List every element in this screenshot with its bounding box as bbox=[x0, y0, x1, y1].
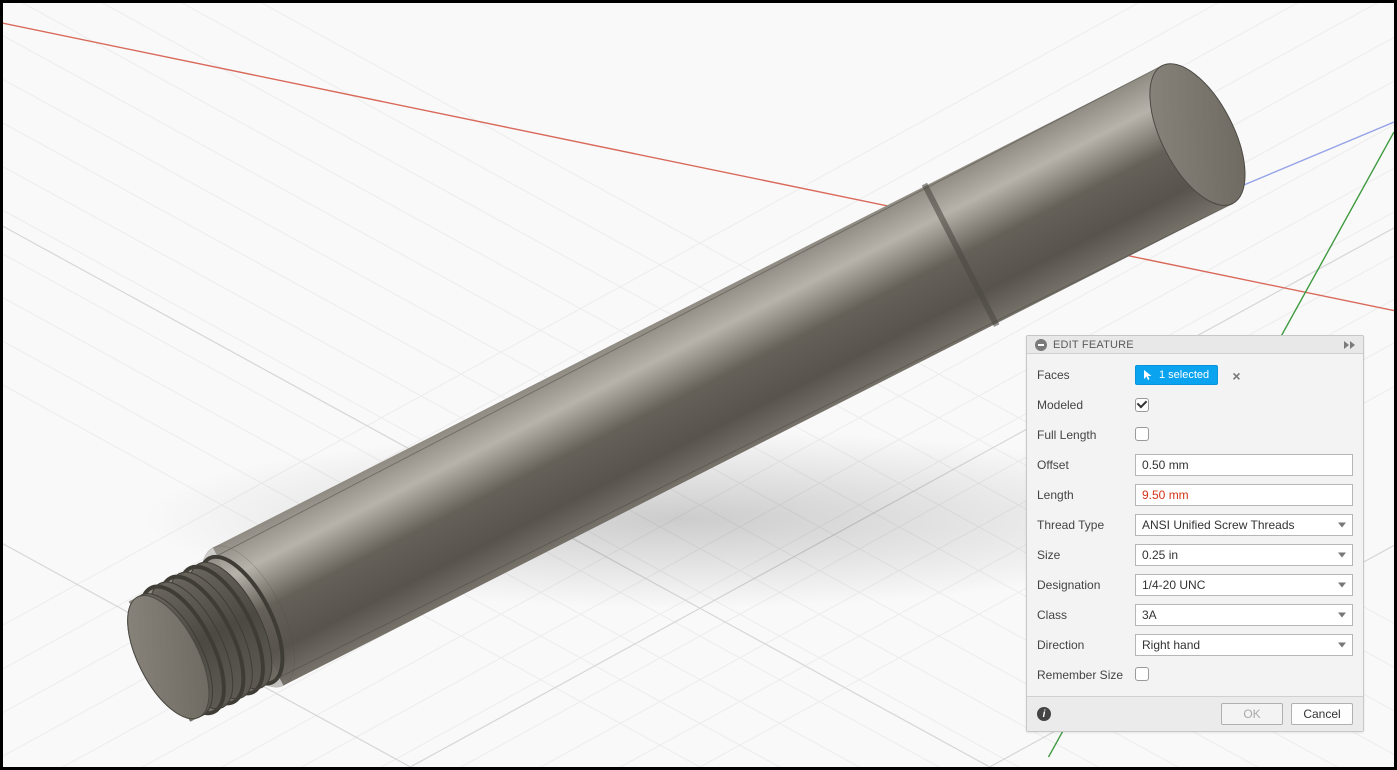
label-class: Class bbox=[1037, 608, 1135, 622]
panel-footer: i OK Cancel bbox=[1027, 696, 1363, 731]
size-value: 0.25 in bbox=[1142, 548, 1178, 562]
fast-forward-icon[interactable] bbox=[1344, 341, 1355, 349]
row-faces: Faces 1 selected × bbox=[1037, 360, 1353, 390]
ok-button[interactable]: OK bbox=[1221, 703, 1283, 725]
label-full-length: Full Length bbox=[1037, 428, 1135, 442]
label-offset: Offset bbox=[1037, 458, 1135, 472]
info-icon[interactable]: i bbox=[1037, 707, 1051, 721]
class-value: 3A bbox=[1142, 608, 1157, 622]
edit-feature-panel: EDIT FEATURE Faces 1 selected × Modeled bbox=[1026, 335, 1364, 732]
row-designation: Designation 1/4-20 UNC bbox=[1037, 570, 1353, 600]
panel-header: EDIT FEATURE bbox=[1027, 336, 1363, 354]
designation-dropdown[interactable]: 1/4-20 UNC bbox=[1135, 574, 1353, 596]
remember-size-checkbox[interactable] bbox=[1135, 667, 1149, 681]
size-dropdown[interactable]: 0.25 in bbox=[1135, 544, 1353, 566]
direction-value: Right hand bbox=[1142, 638, 1200, 652]
row-full-length: Full Length bbox=[1037, 420, 1353, 450]
label-designation: Designation bbox=[1037, 578, 1135, 592]
length-input[interactable] bbox=[1135, 484, 1353, 506]
panel-body: Faces 1 selected × Modeled Full Length bbox=[1027, 354, 1363, 696]
direction-dropdown[interactable]: Right hand bbox=[1135, 634, 1353, 656]
label-modeled: Modeled bbox=[1037, 398, 1135, 412]
full-length-checkbox[interactable] bbox=[1135, 427, 1149, 441]
modeled-checkbox[interactable] bbox=[1135, 398, 1149, 412]
row-remember-size: Remember Size bbox=[1037, 660, 1353, 690]
label-faces: Faces bbox=[1037, 368, 1135, 382]
faces-selection-chip[interactable]: 1 selected bbox=[1135, 365, 1218, 385]
label-size: Size bbox=[1037, 548, 1135, 562]
cancel-button[interactable]: Cancel bbox=[1291, 703, 1353, 725]
row-class: Class 3A bbox=[1037, 600, 1353, 630]
designation-value: 1/4-20 UNC bbox=[1142, 578, 1205, 592]
offset-input[interactable] bbox=[1135, 454, 1353, 476]
collapse-icon[interactable] bbox=[1035, 339, 1047, 351]
faces-chip-text: 1 selected bbox=[1159, 369, 1209, 381]
thread-type-dropdown[interactable]: ANSI Unified Screw Threads bbox=[1135, 514, 1353, 536]
row-modeled: Modeled bbox=[1037, 390, 1353, 420]
row-direction: Direction Right hand bbox=[1037, 630, 1353, 660]
thread-type-value: ANSI Unified Screw Threads bbox=[1142, 518, 1295, 532]
label-thread-type: Thread Type bbox=[1037, 518, 1135, 532]
row-offset: Offset bbox=[1037, 450, 1353, 480]
pointer-icon bbox=[1142, 369, 1154, 381]
row-thread-type: Thread Type ANSI Unified Screw Threads bbox=[1037, 510, 1353, 540]
panel-title: EDIT FEATURE bbox=[1053, 339, 1344, 351]
label-length: Length bbox=[1037, 488, 1135, 502]
row-length: Length bbox=[1037, 480, 1353, 510]
class-dropdown[interactable]: 3A bbox=[1135, 604, 1353, 626]
row-size: Size 0.25 in bbox=[1037, 540, 1353, 570]
label-remember-size: Remember Size bbox=[1037, 668, 1135, 682]
faces-clear-button[interactable]: × bbox=[1230, 369, 1244, 383]
label-direction: Direction bbox=[1037, 638, 1135, 652]
